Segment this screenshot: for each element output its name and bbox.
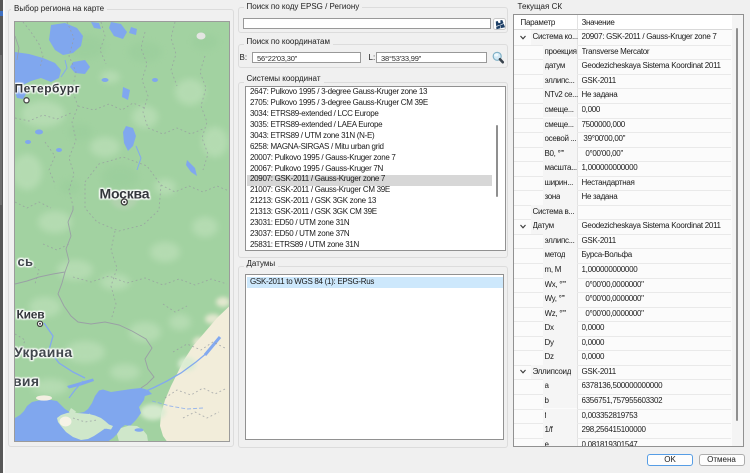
svg-text:Киев: Киев <box>16 307 44 321</box>
svg-text:Петербург: Петербург <box>15 81 80 95</box>
svg-text:сь: сь <box>17 254 33 269</box>
svg-text:Украина: Украина <box>15 344 72 360</box>
svg-text:вия: вия <box>15 373 39 389</box>
